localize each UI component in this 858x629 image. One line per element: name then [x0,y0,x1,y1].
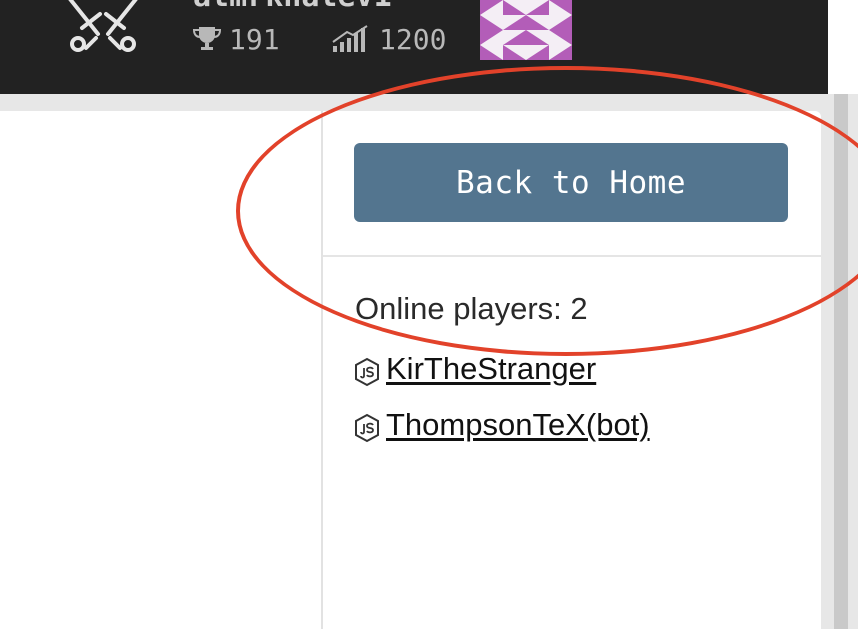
player-link[interactable]: KirTheStranger [386,351,596,387]
player-link[interactable]: ThompsonTeX(bot) [386,407,650,443]
online-player-item: KirTheStranger [354,347,596,387]
online-players-label: Online players: 2 [355,291,588,326]
top-header: atmrkhatev1 191 1200 [0,0,828,94]
rating-value: 1200 [379,22,447,56]
sidebar-divider [323,255,821,257]
online-player-item: ThompsonTeX(bot) [354,403,650,443]
nodejs-icon [355,413,379,443]
page-scrollbar[interactable] [834,94,848,629]
game-content-panel [0,111,321,629]
trophy-count: 191 [229,22,280,56]
crossed-swords-icon[interactable] [58,0,148,56]
rating-stat: 1200 [331,22,446,56]
nodejs-icon [355,357,379,387]
username[interactable]: atmrkhatev1 [193,0,392,14]
user-avatar[interactable] [480,0,572,60]
rating-chart-icon [332,25,368,52]
back-to-home-button[interactable]: Back to Home [354,143,788,222]
main-area: Back to Home Online players: 2 KirTheStr… [0,94,858,629]
sidebar-panel: Back to Home Online players: 2 KirTheStr… [321,111,821,629]
header-scrollbar-gap [828,0,858,94]
trophy-stat: 191 [193,22,280,56]
trophy-icon [193,27,221,50]
